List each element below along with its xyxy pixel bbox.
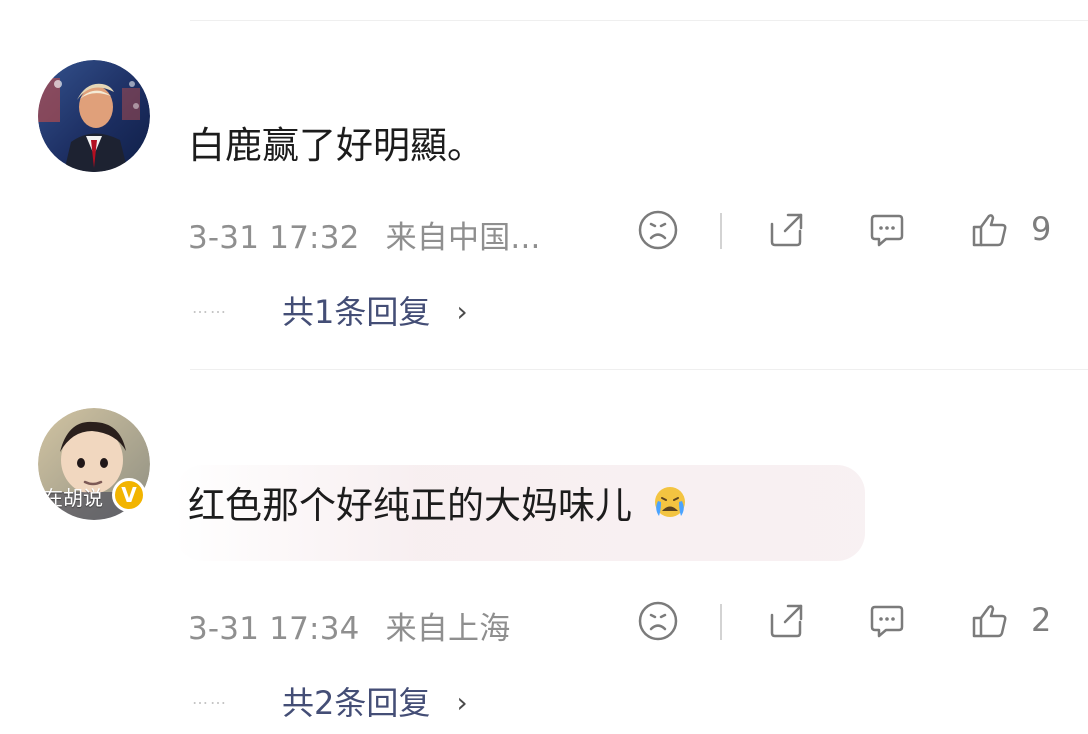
thumb-up-icon[interactable] [969, 209, 1011, 251]
comment-text-label: 白鹿赢了好明顯。 [188, 124, 484, 167]
sad-face-icon[interactable] [637, 600, 679, 642]
comment-text: 红色那个好纯正的大妈味儿 [188, 482, 692, 528]
like-count: 2 [1031, 601, 1052, 639]
crying-face-emoji [648, 482, 692, 522]
comment-location: 来自上海 [385, 611, 511, 647]
comment-time: 3-31 17:32 [188, 220, 360, 256]
view-replies-link[interactable]: 共2条回复 › [282, 678, 468, 724]
view-replies-label: 共1条回复 [282, 293, 431, 331]
avatar[interactable] [38, 60, 150, 172]
verified-badge-text: V [121, 483, 137, 507]
share-icon[interactable] [765, 600, 807, 642]
comment-text: 白鹿赢了好明顯。 [188, 124, 484, 168]
avatar-image [38, 60, 150, 172]
chevron-right-icon: › [456, 686, 468, 719]
comment-meta: 3-31 17:32 来自中国... [188, 212, 541, 257]
action-separator [720, 213, 722, 249]
reply-dots: …… [192, 298, 228, 317]
view-replies-link[interactable]: 共1条回复 › [282, 287, 468, 333]
comment-icon[interactable] [866, 209, 908, 251]
thumb-up-icon[interactable] [969, 600, 1011, 642]
verified-badge: V [112, 478, 146, 512]
chevron-right-icon: › [456, 295, 468, 328]
view-replies-label: 共2条回复 [282, 684, 431, 722]
avatar-overlay-text: 在胡说 [43, 486, 103, 510]
reply-dots: …… [192, 689, 228, 708]
comment-card: 在胡说 V 红色那个好纯正的大妈味儿 3-31 17:34 来自上海 2 …… … [0, 370, 1088, 730]
like-count: 9 [1031, 210, 1052, 248]
comment-card: 白鹿赢了好明顯。 3-31 17:32 来自中国... 9 …… 共1条回复 › [0, 0, 1088, 360]
comment-icon[interactable] [866, 600, 908, 642]
comment-meta: 3-31 17:34 来自上海 [188, 603, 510, 648]
comment-time: 3-31 17:34 [188, 611, 360, 647]
action-separator [720, 604, 722, 640]
share-icon[interactable] [765, 209, 807, 251]
comment-text-label: 红色那个好纯正的大妈味儿 [188, 484, 632, 527]
comment-location: 来自中国... [385, 220, 541, 256]
sad-face-icon[interactable] [637, 209, 679, 251]
